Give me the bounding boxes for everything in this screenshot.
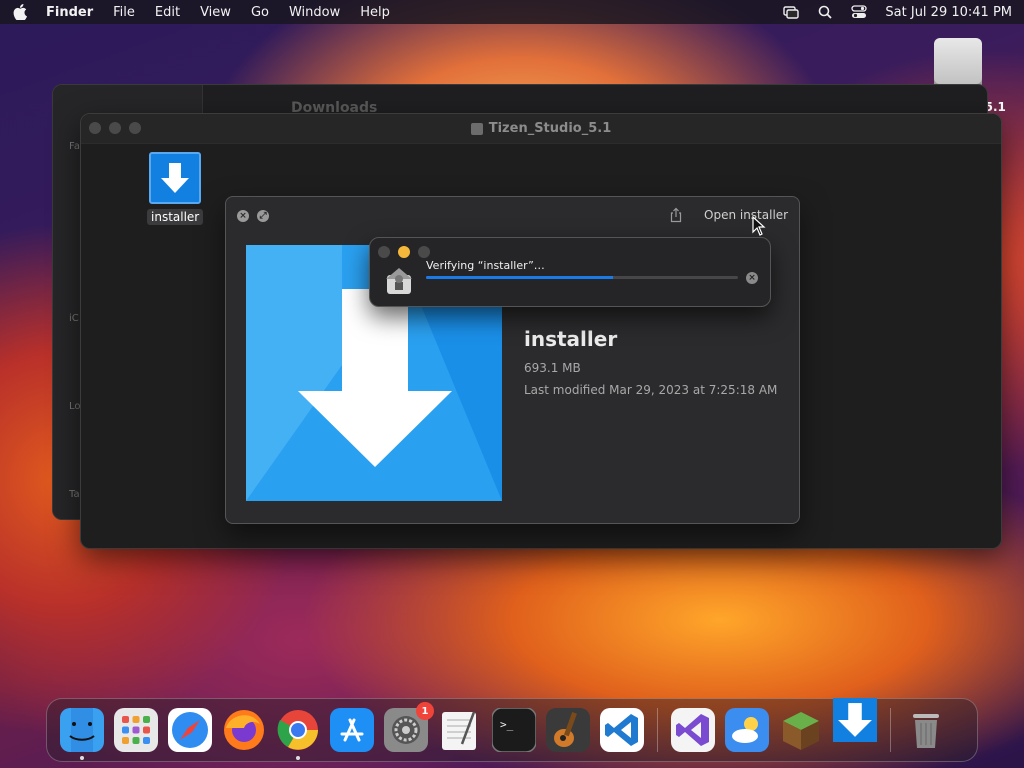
spotlight-search-icon[interactable] xyxy=(817,5,833,19)
dock-app-store-icon[interactable] xyxy=(330,708,374,752)
notification-badge: 1 xyxy=(416,702,434,720)
installer-app-icon xyxy=(384,266,414,296)
close-icon[interactable]: × xyxy=(237,210,249,222)
dock-separator xyxy=(890,708,891,752)
close-button[interactable] xyxy=(89,122,101,134)
disk-image-icon xyxy=(470,122,483,135)
installer-file-label[interactable]: installer xyxy=(147,209,204,225)
dock-installer-icon[interactable] xyxy=(833,698,877,742)
dock-garageband-icon[interactable] xyxy=(546,708,590,752)
menu-go[interactable]: Go xyxy=(251,5,269,20)
minimize-button[interactable] xyxy=(109,122,121,134)
sidebar-section-label: Fa xyxy=(69,141,80,152)
menu-window[interactable]: Window xyxy=(289,5,340,20)
fullscreen-icon[interactable]: ⤢ xyxy=(257,210,269,222)
dock-trash-icon[interactable] xyxy=(904,708,948,752)
dock-safari-icon[interactable] xyxy=(168,708,212,752)
window-titlebar[interactable]: Tizen_Studio_5.1 xyxy=(81,114,1001,144)
sidebar-section-label: Ta xyxy=(69,489,80,500)
dock-visual-studio-icon[interactable] xyxy=(671,708,715,752)
dock: 1 >_ xyxy=(46,698,978,762)
file-modified-date: Last modified Mar 29, 2023 at 7:25:18 AM xyxy=(524,383,778,397)
close-button[interactable] xyxy=(378,246,390,258)
verifying-dialog[interactable]: Verifying “installer”… × xyxy=(369,237,771,307)
window-controls xyxy=(89,122,141,134)
download-arrow-icon xyxy=(161,163,189,193)
sidebar-section-label: iC xyxy=(69,313,79,324)
running-indicator xyxy=(80,756,84,760)
window-title: Tizen_Studio_5.1 xyxy=(488,121,612,136)
menu-clock[interactable]: Sat Jul 29 10:41 PM xyxy=(885,5,1012,20)
dock-terminal-icon[interactable]: >_ xyxy=(492,708,536,752)
menu-bar: Finder File Edit View Go Window Help Sat… xyxy=(0,0,1024,24)
minimize-button[interactable] xyxy=(398,246,410,258)
dock-separator xyxy=(657,708,658,752)
mouse-cursor-icon xyxy=(752,215,766,236)
dock-finder-icon[interactable] xyxy=(60,708,104,760)
file-size: 693.1 MB xyxy=(524,361,581,375)
dialog-window-controls xyxy=(378,246,430,258)
dock-chrome-icon[interactable] xyxy=(276,708,320,760)
menu-app-name[interactable]: Finder xyxy=(46,5,93,20)
screen-mirroring-icon[interactable] xyxy=(783,5,800,19)
menu-help[interactable]: Help xyxy=(360,5,390,20)
dock-launchpad-icon[interactable] xyxy=(114,708,158,752)
dock-system-settings-icon[interactable]: 1 xyxy=(384,702,434,752)
dock-firefox-icon[interactable] xyxy=(222,708,266,752)
progress-bar xyxy=(426,276,738,279)
open-installer-button[interactable]: Open installer xyxy=(698,205,794,225)
share-icon[interactable] xyxy=(668,207,684,223)
control-center-icon[interactable] xyxy=(851,5,868,19)
zoom-button[interactable] xyxy=(129,122,141,134)
dock-minecraft-icon[interactable] xyxy=(779,708,823,752)
dock-textedit-icon[interactable] xyxy=(438,708,482,752)
menu-view[interactable]: View xyxy=(200,5,231,20)
menu-file[interactable]: File xyxy=(113,5,135,20)
file-name: installer xyxy=(524,327,618,351)
sidebar-section-label: Lo xyxy=(69,401,81,412)
zoom-button[interactable] xyxy=(418,246,430,258)
apple-menu-icon[interactable] xyxy=(12,4,28,20)
verifying-text: Verifying “installer”… xyxy=(426,259,545,272)
menu-edit[interactable]: Edit xyxy=(155,5,180,20)
dock-weather-icon[interactable] xyxy=(725,708,769,752)
dock-vscode-icon[interactable] xyxy=(600,708,644,752)
cancel-icon[interactable]: × xyxy=(746,272,758,284)
running-indicator xyxy=(296,756,300,760)
svg-text:>_: >_ xyxy=(500,718,514,731)
installer-file-icon[interactable] xyxy=(149,152,201,204)
